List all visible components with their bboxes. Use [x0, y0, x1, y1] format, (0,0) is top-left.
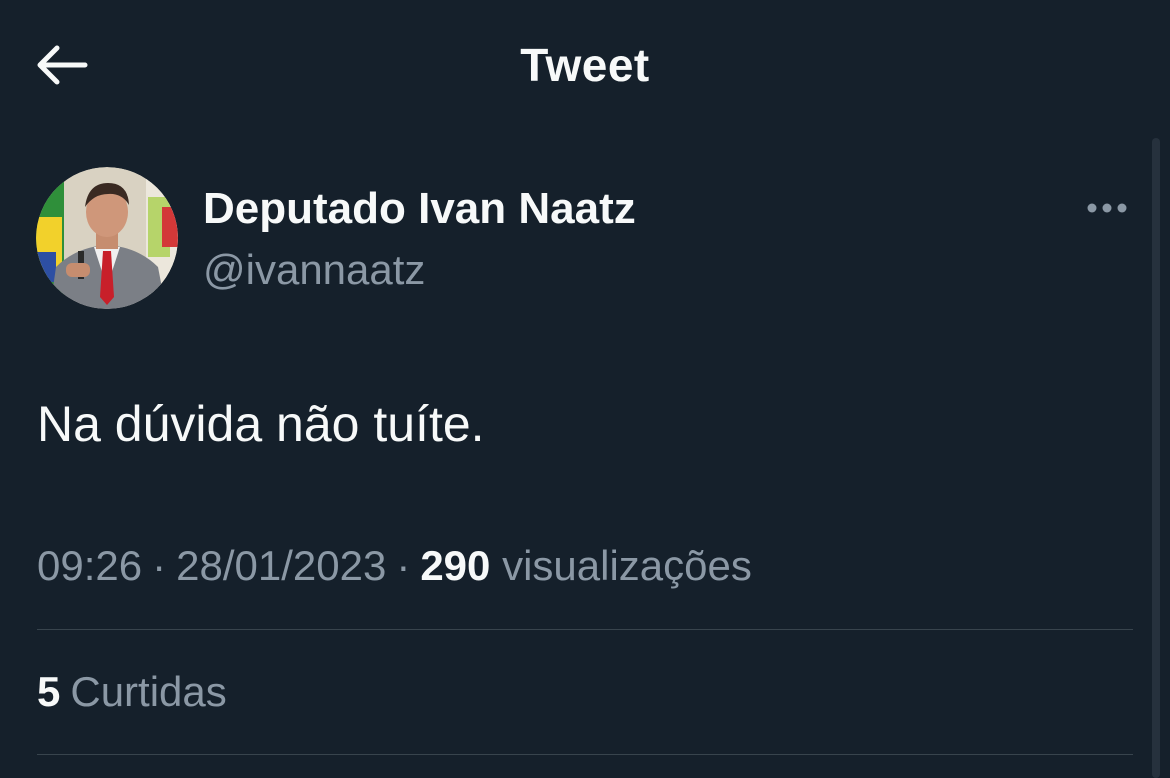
more-options-button[interactable] [1080, 192, 1134, 224]
tweet-meta: 09:26 · 28/01/2023 · 290 visualizações [37, 540, 752, 592]
tweet-text: Na dúvida não tuíte. [37, 396, 485, 452]
likes-count: 5 [37, 668, 61, 715]
views-label: visualizações [502, 542, 752, 589]
likes-label: Curtidas [70, 668, 227, 715]
avatar[interactable] [36, 167, 178, 309]
tweet-date[interactable]: 28/01/2023 [176, 542, 386, 589]
author-display-name[interactable]: Deputado Ivan Naatz [203, 183, 636, 235]
meta-separator: · [396, 542, 411, 589]
likes-stat[interactable]: 5 Curtidas [37, 666, 227, 718]
scrollbar[interactable] [1152, 138, 1160, 778]
ellipsis-horizontal-icon [1087, 203, 1127, 213]
meta-separator: · [152, 542, 167, 589]
tweet-time[interactable]: 09:26 [37, 542, 142, 589]
page-title: Tweet [520, 39, 650, 91]
profile-photo [36, 167, 178, 309]
author-handle[interactable]: @ivannaatz [203, 245, 425, 295]
divider [37, 754, 1133, 755]
divider [37, 629, 1133, 630]
top-bar: Tweet [0, 0, 1170, 130]
views-count: 290 [420, 542, 491, 589]
